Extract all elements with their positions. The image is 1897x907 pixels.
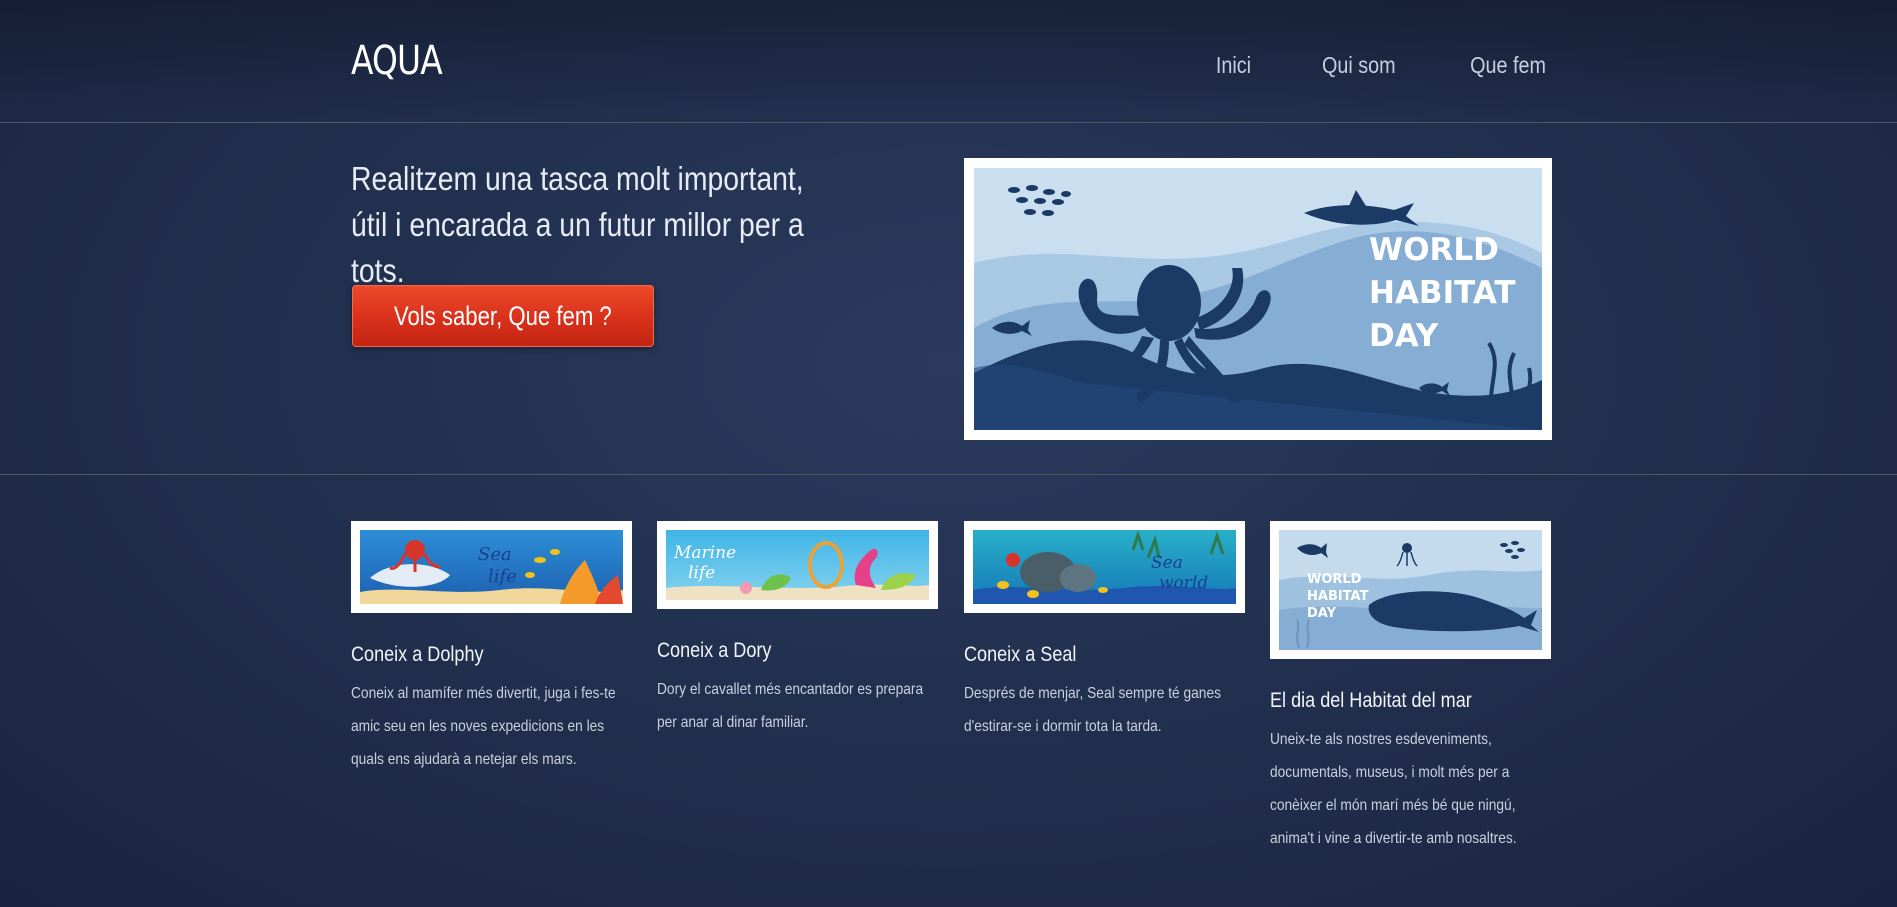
card-image-text-2: world [1159,573,1208,593]
card-seal[interactable]: Sea world Coneix a Seal Després de menja… [964,521,1245,743]
cta-button[interactable]: Vols saber, Que fem ? [352,285,654,347]
card-title[interactable]: El dia del Habitat del mar [1270,689,1512,713]
world-habitat-day-illustration: WORLD HABITAT DAY [974,168,1542,430]
card-title[interactable]: Coneix a Dolphy [351,643,593,667]
card-title[interactable]: Coneix a Seal [964,643,1206,667]
card-image-text-3: DAY [1307,606,1337,621]
card-text: Coneix al mamífer més divertit, juga i f… [351,685,616,768]
nav-link-que-fem[interactable]: Que fem [1470,52,1546,79]
card-image-text-1: WORLD [1307,572,1362,587]
card-text: Uneix-te als nostres esdeveniments, docu… [1270,731,1517,847]
hero-image-text-2: HABITAT [1369,275,1516,311]
card-title[interactable]: Coneix a Dory [657,639,899,663]
card-image-text-2: life [688,563,715,583]
card-image-text-2: life [488,566,517,587]
hero-section: Realitzem una tasca molt important, útil… [0,124,1897,475]
card-image-text-1: Sea [1151,553,1183,573]
card-habitat-day[interactable]: WORLD HABITAT DAY El dia del Habitat del… [1270,521,1551,855]
cta-button-label: Vols saber, Que fem ? [394,301,612,331]
card-image[interactable]: WORLD HABITAT DAY [1270,521,1551,659]
hero-image-text-1: WORLD [1369,232,1499,268]
sea-world-seal-illustration: Sea world [973,530,1236,604]
card-image[interactable]: Marine life [657,521,938,609]
world-habitat-day-whale-illustration: WORLD HABITAT DAY [1279,530,1542,650]
hero-headline: Realitzem una tasca molt important, útil… [351,160,804,289]
site-header: AQUA Inici Qui som Que fem [0,0,1897,123]
card-image-text-1: Sea [478,544,512,565]
hero-image-text-3: DAY [1369,318,1439,354]
card-image[interactable]: Sea life [351,521,632,613]
sea-life-dolphin-illustration: Sea life [360,530,623,604]
nav-link-inici[interactable]: Inici [1216,52,1251,79]
main-nav: Inici Qui som Que fem [1213,52,1552,79]
nav-link-qui-som[interactable]: Qui som [1322,52,1396,79]
card-image-text-2: HABITAT [1307,589,1369,604]
logo[interactable]: AQUA [351,38,443,84]
marine-life-seahorse-illustration: Marine life [666,530,929,600]
card-dory[interactable]: Marine life Coneix a Dory Dory el cavall… [657,521,938,739]
card-text: Després de menjar, Seal sempre té ganes … [964,685,1221,735]
card-image[interactable]: Sea world [964,521,1245,613]
hero-image: WORLD HABITAT DAY [964,158,1552,440]
card-image-text-1: Marine [673,543,736,563]
card-dolphy[interactable]: Sea life Coneix a Dolphy Coneix al mamíf… [351,521,632,776]
card-text: Dory el cavallet més encantador es prepa… [657,681,924,731]
